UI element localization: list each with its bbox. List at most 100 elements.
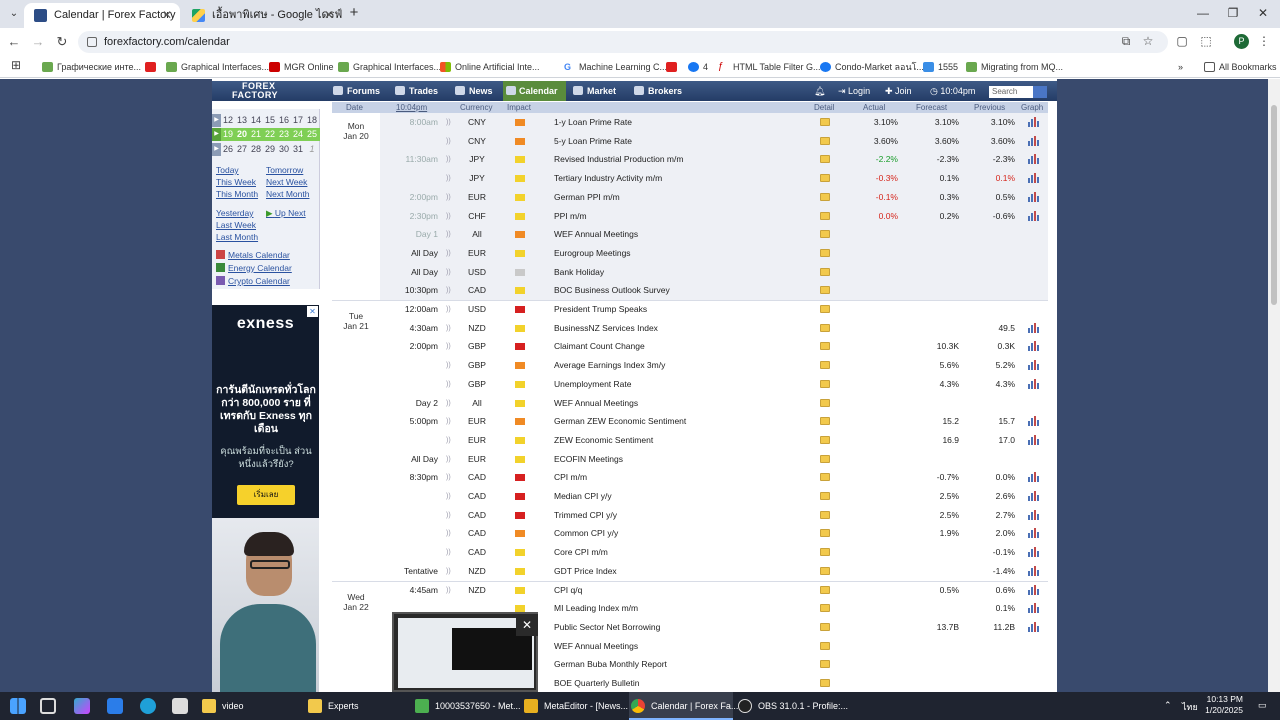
sound-alert-icon[interactable]: )) xyxy=(446,150,454,169)
taskbar-app-chrome[interactable]: Calendar | Forex Fa... xyxy=(629,692,738,720)
sound-alert-icon[interactable]: )) xyxy=(446,113,454,132)
link-yesterday[interactable]: Yesterday xyxy=(216,208,254,218)
detail-folder-icon[interactable] xyxy=(820,492,830,500)
copilot-icon[interactable] xyxy=(74,698,90,714)
event-title[interactable]: ZEW Economic Sentiment xyxy=(554,431,653,450)
nav-trades[interactable]: Trades xyxy=(395,81,438,101)
event-row[interactable]: 5:00pm)) EUR German ZEW Economic Sentiment… xyxy=(380,412,1048,431)
bookmark-item[interactable] xyxy=(145,59,160,75)
tab-forex-factory[interactable]: Calendar | Forex Factory ✕ xyxy=(24,3,180,28)
graph-icon[interactable] xyxy=(1028,323,1039,333)
graph-icon[interactable] xyxy=(1028,528,1039,538)
detail-folder-icon[interactable] xyxy=(820,174,830,182)
detail-folder-icon[interactable] xyxy=(820,118,830,126)
graph-icon[interactable] xyxy=(1028,173,1039,183)
link-this-month[interactable]: This Month xyxy=(216,189,258,199)
graph-icon[interactable] xyxy=(1028,211,1039,221)
event-title[interactable]: German Buba Monthly Report xyxy=(554,655,667,674)
graph-icon[interactable] xyxy=(1028,136,1039,146)
link-next-week[interactable]: Next Week xyxy=(266,177,307,187)
close-tab-icon[interactable]: ✕ xyxy=(324,3,334,28)
event-title[interactable]: WEF Annual Meetings xyxy=(554,637,638,656)
bookmark-item[interactable]: 4 xyxy=(688,59,708,75)
graph-icon[interactable] xyxy=(1028,192,1039,202)
more-menu-icon[interactable]: ⋮ xyxy=(1256,34,1272,48)
nav-calendar[interactable]: Calendar xyxy=(503,81,566,101)
nav-brokers[interactable]: Brokers xyxy=(634,81,682,101)
detail-folder-icon[interactable] xyxy=(820,212,830,220)
tab-group-icon[interactable]: ▢ xyxy=(1174,34,1190,48)
detail-folder-icon[interactable] xyxy=(820,417,830,425)
sound-alert-icon[interactable]: )) xyxy=(446,300,454,319)
sound-alert-icon[interactable]: )) xyxy=(446,281,454,300)
bookmark-item[interactable]: Graphical Interfaces... xyxy=(338,59,441,75)
event-title[interactable]: BOE Quarterly Bulletin xyxy=(554,674,640,693)
event-title[interactable]: Median CPI y/y xyxy=(554,487,612,506)
taskbar-window-preview[interactable]: ✕ xyxy=(392,612,538,692)
bookmark-item[interactable]: 1555 xyxy=(923,59,958,75)
sound-alert-icon[interactable]: )) xyxy=(446,337,454,356)
bookmark-star-icon[interactable]: ☆ xyxy=(1140,34,1156,48)
event-title[interactable]: Eurogroup Meetings xyxy=(554,244,631,263)
bookmark-item[interactable]: Online Artificial Inte... xyxy=(440,59,540,75)
graph-icon[interactable] xyxy=(1028,566,1039,576)
graph-icon[interactable] xyxy=(1028,491,1039,501)
graph-icon[interactable] xyxy=(1028,472,1039,482)
link-crypto-calendar[interactable]: Crypto Calendar xyxy=(216,276,290,286)
sound-alert-icon[interactable]: )) xyxy=(446,207,454,226)
graph-icon[interactable] xyxy=(1028,603,1039,613)
detail-folder-icon[interactable] xyxy=(820,361,830,369)
event-row[interactable]: All Day)) EUR Eurogroup Meetings xyxy=(380,244,1048,263)
detail-folder-icon[interactable] xyxy=(820,230,830,238)
sound-alert-icon[interactable]: )) xyxy=(446,263,454,282)
sound-alert-icon[interactable]: )) xyxy=(446,394,454,413)
graph-icon[interactable] xyxy=(1028,547,1039,557)
week-arrow-icon[interactable]: ▶ xyxy=(212,143,221,156)
bookmark-item[interactable]: Condo-Market ลอนโ... xyxy=(820,59,924,75)
detail-folder-icon[interactable] xyxy=(820,455,830,463)
sound-alert-icon[interactable]: )) xyxy=(446,543,454,562)
detail-folder-icon[interactable] xyxy=(820,473,830,481)
week-arrow-icon[interactable]: ▶ xyxy=(212,128,221,141)
detail-folder-icon[interactable] xyxy=(820,268,830,276)
event-title[interactable]: CPI m/m xyxy=(554,468,587,487)
store-icon[interactable] xyxy=(172,698,188,714)
bookmark-item[interactable]: ƒ HTML Table Filter G... xyxy=(718,59,821,75)
tray-overflow-icon[interactable]: ⌃ xyxy=(1164,700,1172,711)
graph-icon[interactable] xyxy=(1028,360,1039,370)
event-row[interactable]: 11:30am)) JPY Revised Industrial Productio… xyxy=(380,150,1048,169)
sound-alert-icon[interactable]: )) xyxy=(446,188,454,207)
event-title[interactable]: Tertiary Industry Activity m/m xyxy=(554,169,662,188)
link-metals-calendar[interactable]: Metals Calendar xyxy=(216,250,290,260)
event-row[interactable]: )) CAD Median CPI y/y 2.5% 2.6% xyxy=(380,487,1048,506)
event-title[interactable]: Unemployment Rate xyxy=(554,375,631,394)
tab-search-icon[interactable]: ⌄ xyxy=(6,6,22,22)
graph-icon[interactable] xyxy=(1028,585,1039,595)
nav-forums[interactable]: Forums xyxy=(333,81,380,101)
event-title[interactable]: WEF Annual Meetings xyxy=(554,394,638,413)
event-title[interactable]: Trimmed CPI y/y xyxy=(554,506,617,525)
page-scrollbar[interactable] xyxy=(1268,79,1280,692)
graph-icon[interactable] xyxy=(1028,117,1039,127)
event-title[interactable]: 5-y Loan Prime Rate xyxy=(554,132,632,151)
event-title[interactable]: GDT Price Index xyxy=(554,562,617,581)
detail-folder-icon[interactable] xyxy=(820,529,830,537)
sound-alert-icon[interactable]: )) xyxy=(446,375,454,394)
ad-cta-button[interactable]: เริ่มเลย xyxy=(237,485,295,505)
detail-folder-icon[interactable] xyxy=(820,511,830,519)
bookmarks-overflow-icon[interactable]: » xyxy=(1170,59,1183,75)
sound-alert-icon[interactable]: )) xyxy=(446,412,454,431)
event-row[interactable]: 10:30pm)) CAD BOC Business Outlook Survey xyxy=(380,281,1048,300)
restore-icon[interactable]: ❐ xyxy=(1218,6,1248,20)
sound-alert-icon[interactable]: )) xyxy=(446,244,454,263)
event-row[interactable]: 8:30pm)) CAD CPI m/m -0.7% 0.0% xyxy=(380,468,1048,487)
event-title[interactable]: Core CPI m/m xyxy=(554,543,608,562)
event-title[interactable]: Average Earnings Index 3m/y xyxy=(554,356,665,375)
scrollbar-thumb[interactable] xyxy=(1271,105,1277,305)
event-title[interactable]: Common CPI y/y xyxy=(554,524,618,543)
nav-market[interactable]: Market xyxy=(573,81,616,101)
bookmark-item[interactable]: Graphical Interfaces... xyxy=(166,59,269,75)
edge-icon[interactable] xyxy=(140,698,156,714)
link-today[interactable]: Today xyxy=(216,165,239,175)
taskbar-app-video[interactable]: video xyxy=(200,692,304,720)
